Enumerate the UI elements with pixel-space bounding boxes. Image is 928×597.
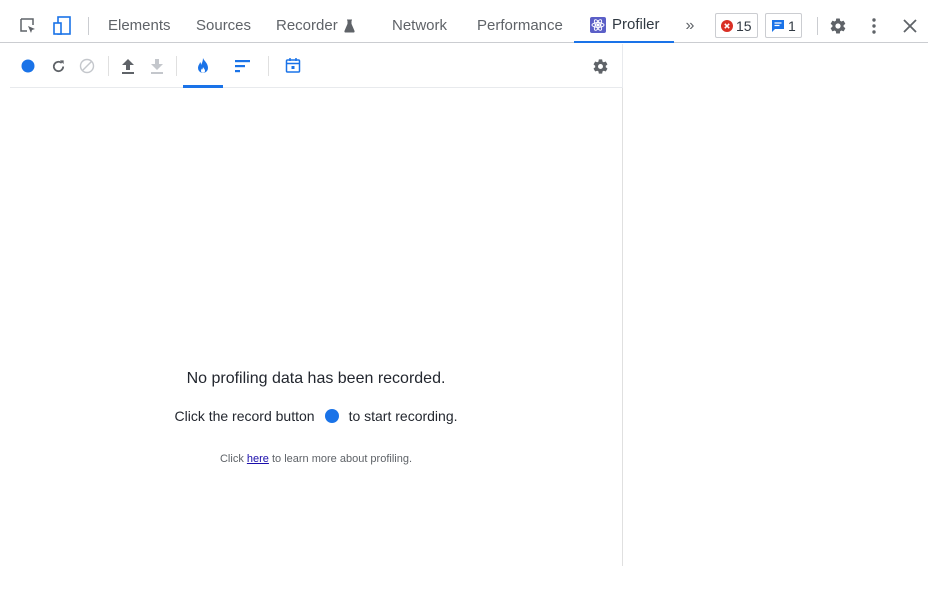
tab-profiler-label: Profiler — [612, 16, 660, 33]
profiler-toolbar — [10, 44, 623, 88]
panel-divider[interactable] — [622, 88, 623, 566]
panel-divider-top — [622, 44, 623, 88]
errors-count: 15 — [736, 17, 752, 34]
record-icon[interactable] — [20, 58, 36, 74]
close-icon[interactable] — [901, 17, 919, 35]
more-options-icon[interactable] — [866, 17, 882, 35]
tab-network[interactable]: Network — [392, 8, 447, 43]
learn-more-text: Click here to learn more about profiling… — [10, 453, 622, 465]
tab-sources[interactable]: Sources — [196, 8, 251, 43]
settings-icon[interactable] — [591, 57, 609, 75]
chevron-double-right-icon[interactable]: » — [682, 17, 698, 35]
error-icon — [721, 19, 733, 32]
learn-more-prefix: Click — [219, 453, 244, 465]
react-icon — [590, 16, 606, 33]
flamegraph-icon[interactable] — [194, 56, 212, 76]
ranked-icon[interactable] — [234, 57, 252, 75]
messages-badge[interactable]: 1 — [765, 13, 802, 38]
tab-performance[interactable]: Performance — [477, 8, 563, 43]
device-toolbar-icon[interactable] — [52, 16, 72, 36]
empty-state-title: No profiling data has been recorded. — [186, 370, 446, 387]
learn-more-suffix: to learn more about profiling. — [271, 453, 413, 465]
instructions-prefix: Click the record button — [174, 408, 315, 424]
save-profile-icon[interactable] — [148, 56, 166, 76]
message-icon — [771, 19, 785, 32]
divider — [176, 56, 177, 76]
timeline-icon[interactable] — [284, 56, 302, 74]
errors-badge[interactable]: 15 — [715, 13, 758, 38]
gear-icon[interactable] — [829, 17, 847, 35]
reload-icon[interactable] — [49, 57, 67, 75]
tab-elements[interactable]: Elements — [108, 8, 171, 43]
divider — [268, 56, 269, 76]
flask-icon — [344, 19, 355, 33]
tab-profiler[interactable]: Profiler — [574, 8, 674, 43]
tab-recorder-label: Recorder — [276, 17, 338, 34]
active-view-indicator — [183, 85, 223, 88]
messages-count: 1 — [788, 17, 796, 34]
learn-more-link[interactable]: here — [247, 453, 269, 465]
divider — [88, 17, 89, 35]
load-profile-icon[interactable] — [119, 56, 137, 76]
devtools-tab-bar: Elements Sources Recorder Network Perfor… — [0, 8, 928, 43]
empty-state-instructions: Click the record button to start recordi… — [10, 408, 622, 424]
record-icon[interactable] — [324, 409, 339, 423]
divider — [108, 56, 109, 76]
clear-icon[interactable] — [78, 57, 96, 75]
instructions-suffix: to start recording. — [348, 408, 458, 424]
inspect-element-icon[interactable] — [19, 17, 37, 35]
tab-recorder[interactable]: Recorder — [276, 8, 355, 43]
divider — [817, 17, 818, 35]
